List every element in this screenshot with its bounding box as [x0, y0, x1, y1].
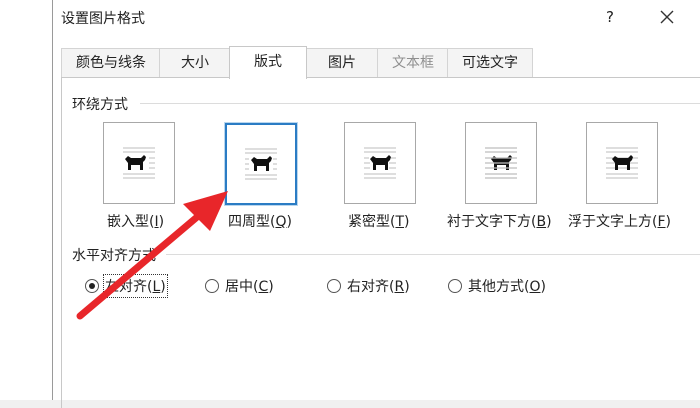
- wrap-option-inline-box[interactable]: [103, 122, 175, 204]
- wrap-option-square[interactable]: [224, 122, 298, 205]
- dialog-titlebar: 设置图片格式 ?: [53, 0, 700, 36]
- help-button[interactable]: ?: [597, 4, 623, 30]
- tight-wrap-icon: [364, 147, 396, 179]
- alignment-section-divider: [166, 254, 700, 255]
- wrap-section-divider: [140, 103, 700, 104]
- align-center-radio[interactable]: [205, 279, 219, 293]
- in-front-of-text-icon: [606, 147, 638, 179]
- align-right-radio[interactable]: [327, 279, 341, 293]
- tab-textbox: 文本框: [377, 48, 449, 78]
- align-left-label: 左对齐(L): [103, 274, 168, 298]
- wrap-option-square-label: 四周型(Q): [228, 214, 292, 230]
- tab-layout[interactable]: 版式: [229, 46, 307, 79]
- inline-wrap-icon: [123, 147, 155, 179]
- align-other-option[interactable]: 其他方式(O): [448, 276, 546, 296]
- square-wrap-icon: [245, 148, 277, 180]
- wrap-option-inline-label: 嵌入型(I): [107, 214, 165, 230]
- align-center-label: 居中(C): [225, 279, 274, 295]
- wrap-option-inline[interactable]: [103, 122, 177, 204]
- align-other-radio[interactable]: [448, 279, 462, 293]
- wrap-option-square-box[interactable]: [225, 123, 297, 205]
- wrap-option-behind-text[interactable]: [465, 122, 539, 204]
- wrap-option-behind-text-box[interactable]: [465, 122, 537, 204]
- tab-colors-lines[interactable]: 颜色与线条: [61, 48, 161, 78]
- behind-text-icon: [485, 147, 517, 179]
- dialog-title: 设置图片格式: [61, 11, 145, 27]
- tab-size[interactable]: 大小: [159, 48, 231, 78]
- align-left-option[interactable]: 左对齐(L): [85, 274, 168, 298]
- close-button[interactable]: [653, 4, 681, 30]
- wrap-option-tight-box[interactable]: [344, 122, 416, 204]
- wrap-option-tight[interactable]: [344, 122, 418, 204]
- tab-strip: 颜色与线条 大小 版式 图片 文本框 可选文字: [61, 46, 700, 79]
- horizontal-alignment-heading: 水平对齐方式: [72, 248, 156, 264]
- tab-picture[interactable]: 图片: [305, 48, 379, 78]
- align-center-option[interactable]: 居中(C): [205, 276, 274, 296]
- align-left-radio[interactable]: [85, 279, 99, 293]
- wrap-option-tight-label: 紧密型(T): [348, 214, 410, 230]
- wrap-option-in-front-of-text[interactable]: [586, 122, 660, 204]
- align-other-label: 其他方式(O): [468, 279, 546, 295]
- background-strip: [0, 0, 52, 400]
- align-right-option[interactable]: 右对齐(R): [327, 276, 410, 296]
- align-right-label: 右对齐(R): [347, 279, 410, 295]
- wrap-option-behind-text-label: 衬于文字下方(B): [447, 214, 552, 230]
- tab-alt-text[interactable]: 可选文字: [447, 48, 533, 78]
- wrap-style-heading: 环绕方式: [72, 97, 128, 113]
- close-icon: [660, 10, 674, 24]
- wrap-option-in-front-of-text-box[interactable]: [586, 122, 658, 204]
- wrap-option-in-front-of-text-label: 浮于文字上方(F): [568, 214, 671, 230]
